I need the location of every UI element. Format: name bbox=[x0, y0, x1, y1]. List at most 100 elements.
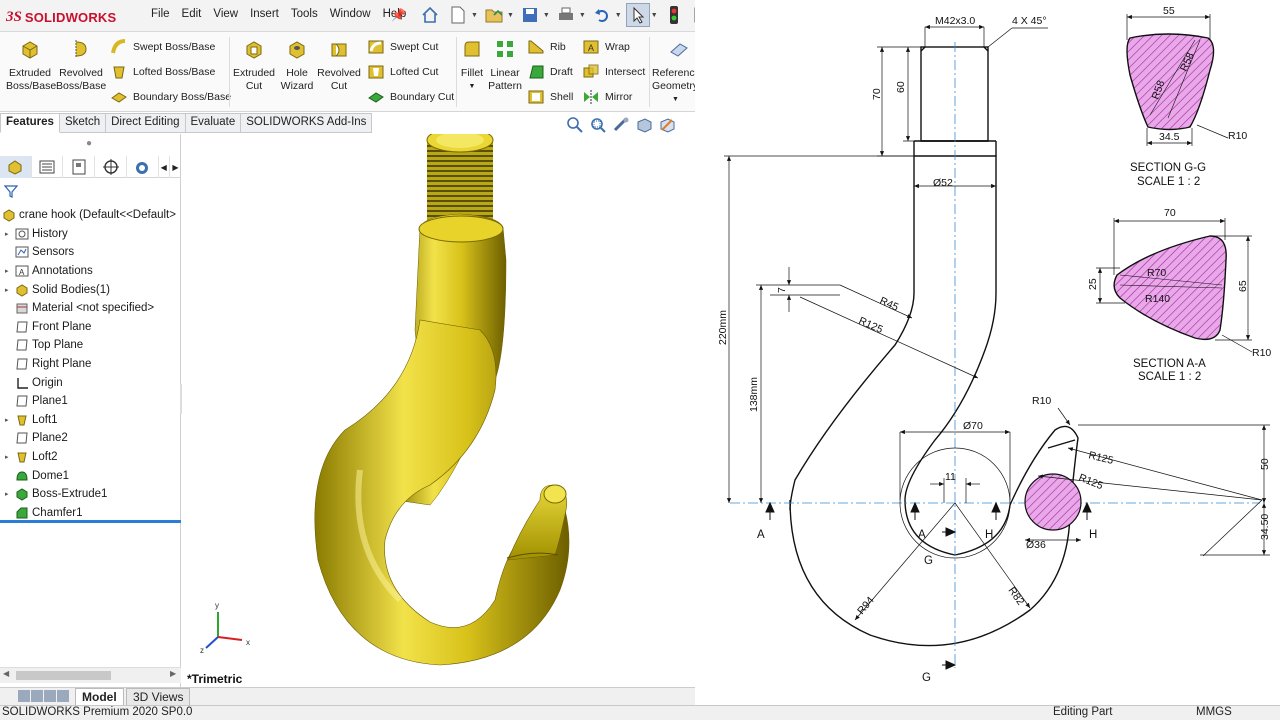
save-icon[interactable] bbox=[518, 3, 542, 27]
shell-button[interactable]: Shell bbox=[527, 88, 573, 106]
rollback-bar[interactable] bbox=[0, 520, 181, 523]
menu-edit[interactable]: Edit bbox=[176, 8, 208, 20]
feature-tree-item[interactable]: Right Plane bbox=[0, 355, 181, 374]
tab-evaluate[interactable]: Evaluate bbox=[185, 113, 242, 133]
expand-arrow-icon[interactable]: ▸ bbox=[5, 230, 13, 238]
expand-arrow-icon[interactable]: ▸ bbox=[5, 416, 13, 424]
feature-manager-tree-tab-icon[interactable] bbox=[0, 156, 32, 178]
feature-tree-root[interactable]: crane hook (Default<<Default> bbox=[0, 206, 181, 225]
feature-tree-item[interactable]: ▸ Loft2 bbox=[0, 448, 181, 467]
menu-file[interactable]: File bbox=[145, 8, 176, 20]
tab-features[interactable]: Features bbox=[0, 113, 60, 133]
rib-button[interactable]: Rib bbox=[527, 38, 566, 56]
tab-scroll-right-icon[interactable]: ▶ bbox=[170, 156, 181, 178]
undo-dropdown-icon[interactable]: ▼ bbox=[615, 12, 622, 19]
status-units[interactable]: MMGS bbox=[1196, 706, 1232, 718]
linear-pattern-button[interactable]: Linear Pattern bbox=[488, 38, 522, 93]
view-orientation-icon[interactable] bbox=[658, 116, 676, 134]
save-dropdown-icon[interactable]: ▼ bbox=[543, 12, 550, 19]
revolved-cut-button[interactable]: Revolved Cut bbox=[317, 38, 361, 93]
scroll-right-icon[interactable]: ▶ bbox=[170, 669, 176, 678]
crane-hook-model[interactable]: y x z bbox=[182, 127, 695, 687]
tab-navigation-icons[interactable] bbox=[18, 690, 69, 702]
fillet-button[interactable]: Fillet ▼ bbox=[459, 38, 485, 93]
extruded-boss-button[interactable]: Extruded Boss/Base bbox=[6, 38, 56, 93]
horizontal-scrollbar[interactable]: ◀ ▶ bbox=[0, 667, 181, 683]
previous-view-icon[interactable] bbox=[612, 116, 630, 134]
zoom-to-fit-icon[interactable] bbox=[566, 116, 584, 134]
expand-arrow-icon[interactable]: ▸ bbox=[5, 490, 13, 498]
tab-scroll-left-icon[interactable]: ◀ bbox=[159, 156, 170, 178]
fillet-icon bbox=[464, 41, 480, 57]
feature-tree-item[interactable]: Plane1 bbox=[0, 392, 181, 411]
tab-model[interactable]: Model bbox=[75, 688, 124, 706]
pin-menu-icon[interactable]: 📌 bbox=[391, 8, 406, 22]
tab-direct-editing[interactable]: Direct Editing bbox=[106, 113, 186, 133]
print-icon[interactable] bbox=[554, 3, 578, 27]
menu-window[interactable]: Window bbox=[324, 8, 377, 20]
section-view-icon[interactable] bbox=[635, 116, 653, 134]
feature-tree-item[interactable]: Dome1 bbox=[0, 466, 181, 485]
zoom-to-area-icon[interactable] bbox=[589, 116, 607, 134]
swept-cut-button[interactable]: Swept Cut bbox=[367, 38, 438, 56]
property-manager-tab-icon[interactable] bbox=[32, 156, 64, 178]
wrap-button[interactable]: A Wrap bbox=[582, 38, 630, 56]
boundary-cut-button[interactable]: Boundary Cut bbox=[367, 88, 454, 106]
open-dropdown-icon[interactable]: ▼ bbox=[507, 12, 514, 19]
expand-arrow-icon[interactable]: ▸ bbox=[5, 453, 13, 461]
feature-tree-item[interactable]: ▸ Solid Bodies(1) bbox=[0, 280, 181, 299]
select-arrow-icon[interactable] bbox=[625, 3, 650, 27]
reference-geometry-dropdown-icon[interactable]: ▼ bbox=[672, 93, 696, 106]
dimxpert-tab-icon[interactable] bbox=[95, 156, 127, 178]
extruded-cut-button[interactable]: Extruded Cut bbox=[232, 38, 276, 93]
feature-tree-item[interactable]: Plane2 bbox=[0, 429, 181, 448]
feature-tree-item[interactable]: ▸ Loft1 bbox=[0, 411, 181, 430]
swept-boss-button[interactable]: Swept Boss/Base bbox=[110, 38, 215, 56]
hole-wizard-button[interactable]: Hole Wizard bbox=[278, 38, 316, 93]
feature-tree-item[interactable]: ▸ History bbox=[0, 225, 181, 244]
new-dropdown-icon[interactable]: ▼ bbox=[471, 12, 478, 19]
select-dropdown-icon[interactable]: ▼ bbox=[651, 12, 658, 19]
feature-tree-item[interactable]: Top Plane bbox=[0, 336, 181, 355]
feature-tree-item[interactable]: Material <not specified> bbox=[0, 299, 181, 318]
menu-tools[interactable]: Tools bbox=[285, 8, 324, 20]
lofted-boss-label: Lofted Boss/Base bbox=[133, 66, 216, 78]
rebuild-traffic-light-icon[interactable] bbox=[662, 3, 686, 27]
configuration-manager-tab-icon[interactable] bbox=[63, 156, 96, 178]
intersect-button[interactable]: Intersect bbox=[582, 63, 645, 81]
tab-addins[interactable]: SOLIDWORKS Add-Ins bbox=[241, 113, 373, 133]
new-document-icon[interactable] bbox=[446, 3, 470, 27]
home-icon[interactable] bbox=[418, 3, 442, 27]
draft-button[interactable]: Draft bbox=[527, 63, 573, 81]
open-folder-icon[interactable] bbox=[482, 3, 506, 27]
tab-sketch[interactable]: Sketch bbox=[59, 113, 107, 133]
undo-icon[interactable] bbox=[590, 3, 614, 27]
menu-view[interactable]: View bbox=[207, 8, 244, 20]
lofted-cut-button[interactable]: Lofted Cut bbox=[367, 63, 438, 81]
plane-icon bbox=[15, 431, 29, 445]
sensors-icon bbox=[15, 245, 29, 259]
feature-tree-item[interactable]: ▸ Boss-Extrude1 bbox=[0, 485, 181, 504]
feature-tree-item[interactable]: Sensors bbox=[0, 243, 181, 262]
lofted-boss-button[interactable]: Lofted Boss/Base bbox=[110, 63, 215, 81]
feature-tree-item[interactable]: Front Plane bbox=[0, 318, 181, 337]
expand-arrow-icon[interactable]: ▸ bbox=[5, 267, 13, 275]
menu-insert[interactable]: Insert bbox=[244, 8, 285, 20]
expand-arrow-icon[interactable]: ▸ bbox=[5, 286, 13, 294]
tab-3d-views[interactable]: 3D Views bbox=[126, 688, 191, 706]
feature-tree-item[interactable]: Origin bbox=[0, 373, 181, 392]
display-manager-tab-icon[interactable] bbox=[127, 156, 159, 178]
scroll-thumb[interactable] bbox=[16, 671, 111, 680]
panel-grip-icon[interactable]: ● bbox=[86, 138, 92, 149]
graphics-area[interactable]: y x z bbox=[182, 127, 695, 687]
solidworks-logo[interactable]: 3S SOLIDWORKS bbox=[6, 6, 116, 28]
feature-tree-item[interactable]: ▸ A Annotations bbox=[0, 262, 181, 281]
mirror-button[interactable]: Mirror bbox=[582, 88, 632, 106]
print-dropdown-icon[interactable]: ▼ bbox=[579, 12, 586, 19]
revolved-boss-button[interactable]: Revolved Boss/Base bbox=[56, 38, 106, 93]
reference-geometry-button[interactable]: Reference Geometry ▼ bbox=[652, 38, 700, 106]
boundary-boss-button[interactable]: Boundary Boss/Base bbox=[110, 88, 231, 106]
fillet-dropdown-icon[interactable]: ▼ bbox=[459, 80, 485, 93]
filter-icon[interactable] bbox=[3, 184, 19, 201]
scroll-left-icon[interactable]: ◀ bbox=[3, 669, 9, 678]
